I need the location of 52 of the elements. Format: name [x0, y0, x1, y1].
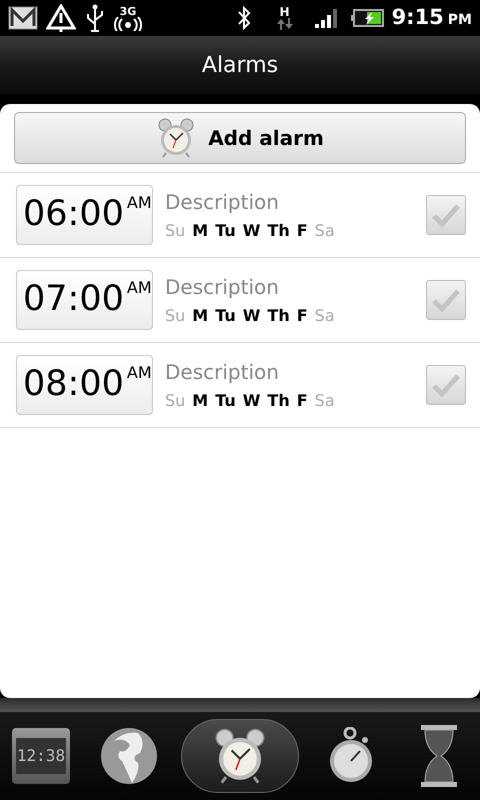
alarm-checkbox[interactable] [426, 280, 466, 320]
alarm-description: Description [165, 359, 280, 386]
weekday-label: Sa [314, 220, 335, 242]
window-title: Alarms [202, 52, 278, 80]
alarm-time: 08:00 [23, 364, 124, 404]
weekday-label: W [242, 305, 260, 327]
alarm-checkbox[interactable] [426, 365, 466, 405]
clock-display: 12:38 [16, 738, 66, 774]
bluetooth-icon [236, 4, 252, 32]
weekday-label: Th [267, 220, 290, 242]
data-label: H [280, 6, 290, 18]
tab-button[interactable]: 12:38 [6, 719, 76, 793]
alarm-ampm: AM [126, 194, 152, 212]
alarm-description: Description [165, 189, 280, 216]
alarm-ampm: AM [126, 279, 152, 297]
alarm-time: 06:00 [23, 194, 124, 234]
weekday-label: Th [267, 390, 290, 412]
clock-ampm: PM [448, 11, 472, 30]
data-arrows-icon [276, 18, 294, 30]
network-label: 3G [120, 6, 136, 16]
weekday-label: M [192, 220, 208, 242]
weekday-label: Th [267, 305, 290, 327]
alarm-clock-icon [156, 117, 196, 159]
weekday-label: Su [165, 305, 186, 327]
weekday-label: M [192, 305, 208, 327]
warning-icon [46, 4, 76, 32]
hourglass-icon [419, 724, 459, 788]
stopwatch-icon [330, 727, 374, 785]
weekday-label: F [296, 305, 308, 327]
alarm-description: Description [165, 274, 280, 301]
broadcast-icon [114, 16, 142, 30]
alarm-checkbox[interactable] [426, 195, 466, 235]
mail-icon [8, 5, 38, 31]
weekday-label: W [242, 220, 260, 242]
battery-icon [350, 8, 384, 28]
weekday-label: F [296, 220, 308, 242]
weekday-label: Sa [314, 305, 335, 327]
weekday-label: M [192, 390, 208, 412]
alarm-time: 07:00 [23, 279, 124, 319]
weekday-label: Tu [215, 220, 236, 242]
alarm-ampm: AM [126, 364, 152, 382]
weekday-label: W [242, 390, 260, 412]
weekday-label: Sa [314, 390, 335, 412]
weekday-label: Su [165, 390, 186, 412]
clock-time: 9:15 [392, 4, 444, 32]
globe-icon [100, 727, 158, 785]
add-alarm-button[interactable]: Add alarm [14, 112, 466, 164]
weekday-label: F [296, 390, 308, 412]
weekday-label: Su [165, 220, 186, 242]
weekday-label: Tu [215, 305, 236, 327]
usb-icon [84, 4, 106, 32]
weekday-label: Tu [215, 390, 236, 412]
